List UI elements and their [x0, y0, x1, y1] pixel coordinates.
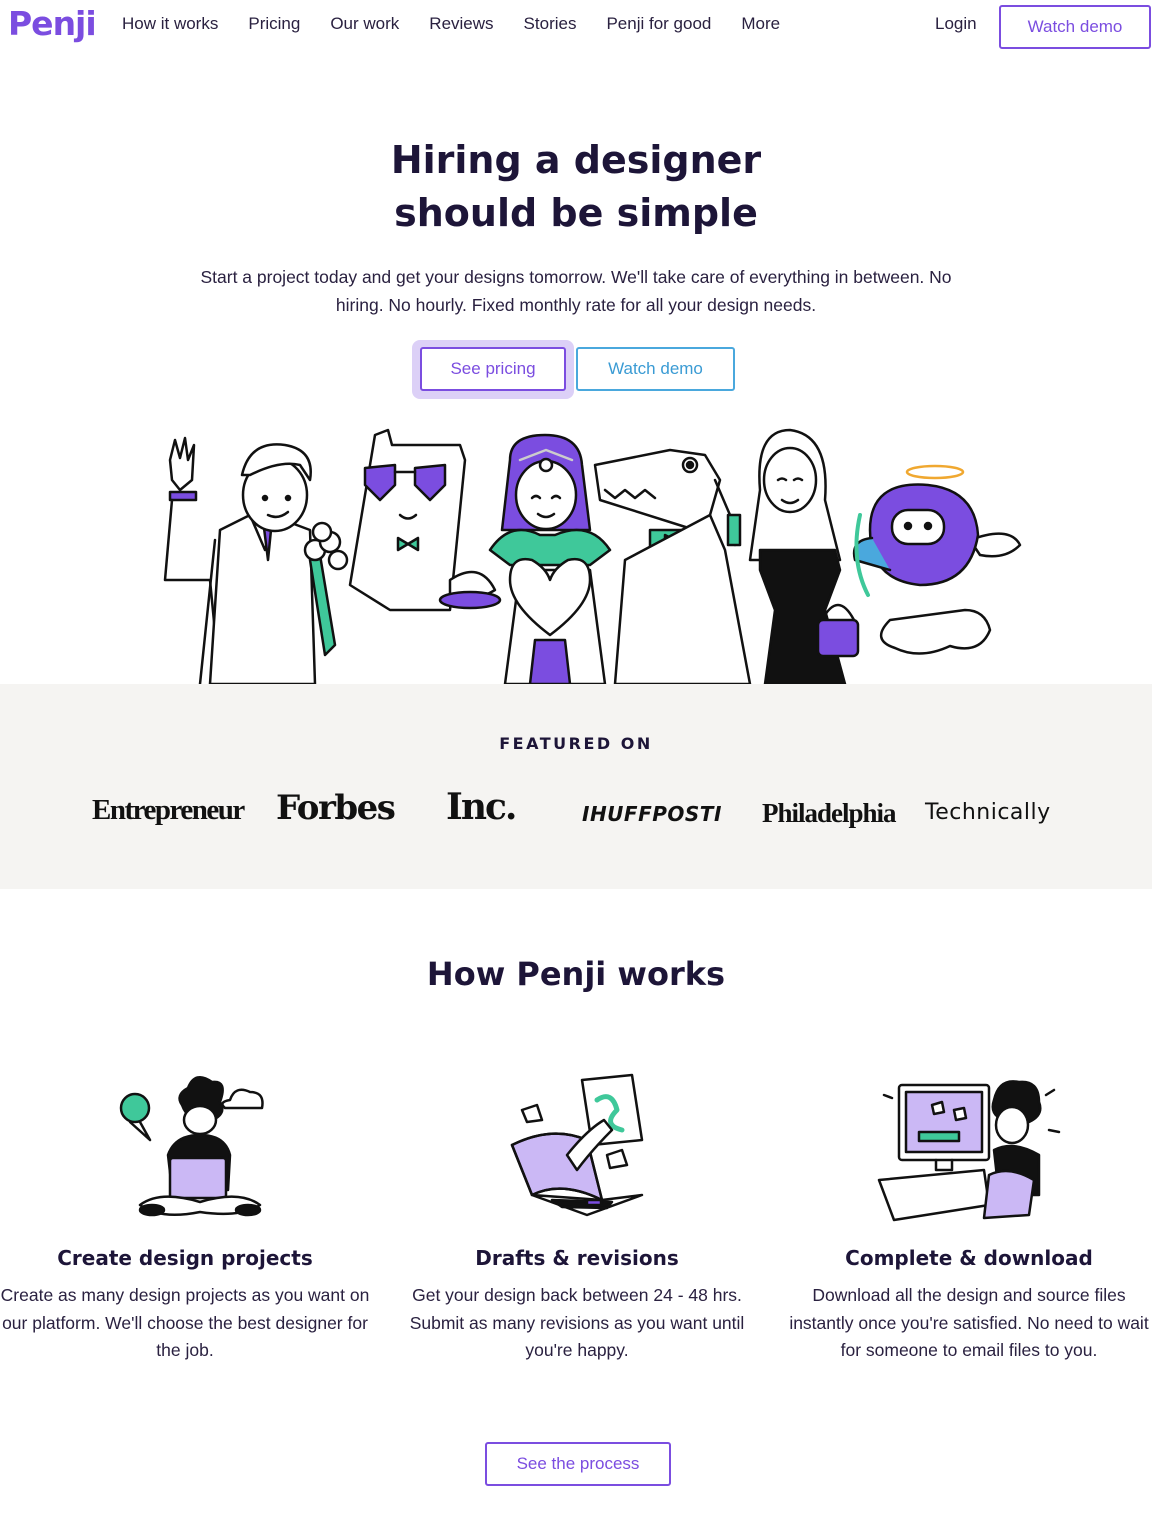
huffpost-logo: IHUFFPOSTI [582, 802, 722, 826]
see-the-process-button[interactable]: See the process [485, 1442, 671, 1486]
entrepreneur-logo: Entrepreneur [92, 794, 245, 826]
nav-link-penji-for-good[interactable]: Penji for good [606, 14, 711, 34]
inc-logo: Inc. [446, 786, 517, 828]
penji-logo[interactable]: Penji [8, 4, 97, 43]
person-with-laptop-illustration [119, 1075, 264, 1217]
person-at-computer-illustration [877, 1080, 1061, 1222]
hero-title: Hiring a designer should be simple [0, 134, 1152, 240]
step-drafts-title: Drafts & revisions [475, 1246, 679, 1270]
hero-title-line2: should be simple [394, 191, 758, 235]
forbes-logo: Forbes [276, 788, 396, 828]
woman-in-black-dress-figure [748, 428, 860, 684]
technically-logo: Technically [925, 800, 1051, 825]
hero-characters-illustration [163, 428, 1022, 684]
philadelphia-logo: Philadelphia [762, 798, 897, 828]
nav-link-stories[interactable]: Stories [524, 14, 577, 34]
laptop-with-drafts-illustration [510, 1073, 644, 1217]
hero-title-line1: Hiring a designer [390, 138, 762, 182]
step-create-text: Create as many design projects as you wa… [0, 1285, 370, 1360]
step-create-projects: Create design projects Create as many de… [0, 1070, 370, 1365]
step-drafts-text: Get your design back between 24 - 48 hrs… [409, 1285, 745, 1360]
nav-link-more[interactable]: More [741, 14, 780, 34]
how-penji-works-title: How Penji works [426, 955, 726, 993]
girl-with-heart-figure [438, 433, 612, 684]
step-create-title: Create design projects [57, 1246, 313, 1270]
top-nav: Penji How it works Pricing Our work Revi… [0, 0, 1152, 54]
hero-subtitle: Start a project today and get your desig… [200, 267, 952, 315]
step-complete-download: Complete & download Download all the des… [784, 1070, 1152, 1365]
see-pricing-focus-ring: See pricing [412, 340, 574, 399]
hero-watch-demo-button[interactable]: Watch demo [576, 347, 735, 391]
bear-with-sunglasses-figure [348, 428, 467, 612]
nav-link-how-it-works[interactable]: How it works [122, 14, 218, 34]
featured-on-title: FEATURED ON [499, 734, 653, 753]
suited-man-figure [163, 436, 349, 684]
step-drafts-revisions: Drafts & revisions Get your design back … [392, 1070, 762, 1365]
dinosaur-figure [593, 448, 752, 684]
see-pricing-button[interactable]: See pricing [420, 347, 566, 391]
nav-watch-demo-button[interactable]: Watch demo [999, 5, 1151, 49]
nav-link-reviews[interactable]: Reviews [429, 14, 493, 34]
robot-cupid-figure [852, 464, 1022, 655]
nav-link-our-work[interactable]: Our work [330, 14, 399, 34]
nav-links: How it works Pricing Our work Reviews St… [107, 14, 795, 34]
featured-on-section: FEATURED ON Entrepreneur Forbes Inc. IHU… [0, 684, 1152, 889]
step-complete-title: Complete & download [845, 1246, 1093, 1270]
login-link[interactable]: Login [935, 14, 977, 34]
nav-link-pricing[interactable]: Pricing [248, 14, 300, 34]
step-complete-text: Download all the design and source files… [789, 1285, 1149, 1360]
